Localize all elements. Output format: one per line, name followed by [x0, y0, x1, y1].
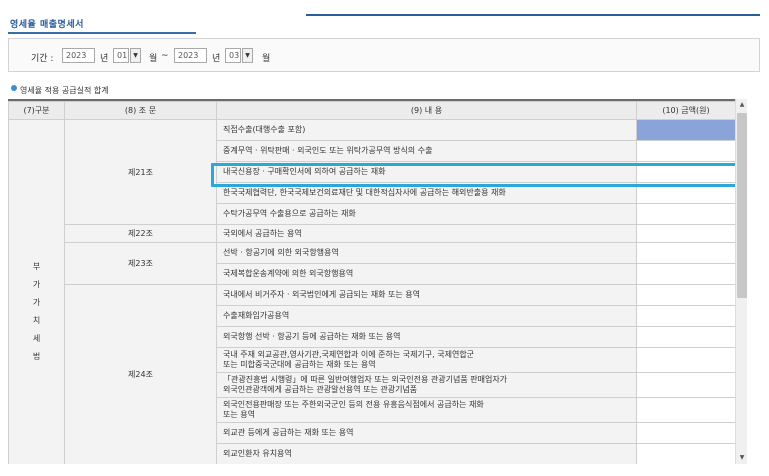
chevron-down-icon[interactable]: ▼ [242, 48, 253, 63]
table-row: 국제복합운송계약에 의한 외국항행용역 [216, 263, 637, 285]
amount-input[interactable] [636, 443, 735, 464]
category-char: 부 [32, 262, 41, 271]
chevron-down-icon[interactable]: ▼ [130, 48, 141, 63]
scroll-thumb[interactable] [737, 113, 747, 298]
category-cell: 부 가 가 치 세 법 [8, 119, 65, 464]
start-month-select[interactable]: 01 [113, 48, 129, 63]
table-row: 선박 · 항공기에 의한 외국항행용역 [216, 242, 637, 264]
table-row: 내국신용장 · 구매확인서에 의하여 공급하는 재화 [216, 161, 637, 183]
end-month-select[interactable]: 03 [225, 48, 241, 63]
period-label: 기간 : [31, 54, 54, 64]
zero-rate-table: (7)구분 (8) 조 문 (9) 내 용 (10) 금액(원) 부 가 가 치… [8, 99, 735, 464]
table-row: 외교인환자 유치용역 [216, 443, 637, 464]
table-row: 외교관 등에게 공급하는 재화 또는 용역 [216, 422, 637, 444]
amount-input[interactable] [636, 140, 735, 162]
amount-input[interactable] [636, 397, 735, 423]
range-separator: ~ [161, 51, 169, 61]
title-rule [306, 14, 760, 16]
scroll-down-icon[interactable]: ▼ [736, 452, 748, 464]
table-row: 수탁가공무역 수출용으로 공급하는 재화 [216, 203, 637, 225]
amount-input[interactable] [636, 161, 735, 183]
header-amount: (10) 금액(원) [636, 101, 735, 120]
scroll-up-icon[interactable]: ▲ [736, 99, 748, 111]
amount-input[interactable] [636, 305, 735, 327]
amount-input[interactable] [636, 182, 735, 204]
amount-input[interactable] [636, 284, 735, 306]
header-content: (9) 내 용 [216, 101, 637, 120]
table-row: 직접수출(대행수출 포함) [216, 119, 637, 141]
header-category: (7)구분 [8, 101, 65, 120]
category-char: 세 [32, 334, 41, 343]
article-cell: 제23조 [64, 242, 217, 285]
category-char: 치 [32, 316, 41, 325]
bullet-icon [11, 85, 17, 91]
category-char: 법 [32, 352, 41, 361]
title-bar: 영세율 매출명세서 [8, 14, 760, 34]
table-row: 국외에서 공급하는 용역 [216, 224, 637, 243]
amount-input[interactable] [636, 263, 735, 285]
amount-input[interactable] [636, 119, 735, 141]
end-year-input[interactable]: 2023 [174, 48, 207, 63]
amount-input[interactable] [636, 347, 735, 373]
month-unit-label: 월 [149, 54, 158, 64]
article-cell: 제22조 [64, 224, 217, 243]
category-char: 가 [32, 298, 41, 307]
header-article: (8) 조 문 [64, 101, 217, 120]
vertical-scrollbar[interactable]: ▲ ▼ [735, 99, 747, 464]
article-cell: 제21조 [64, 119, 217, 225]
table-row: 외국인전용판매장 또는 주한외국군인 등의 전용 유흥음식점에서 공급하는 재화… [216, 397, 637, 423]
table-row: 외국항행 선박 · 항공기 등에 공급하는 재화 또는 용역 [216, 326, 637, 348]
amount-input[interactable] [636, 326, 735, 348]
start-year-input[interactable]: 2023 [62, 48, 95, 63]
table-row: 국내에서 비거주자 · 외국법인에게 공급되는 재화 또는 용역 [216, 284, 637, 306]
year-unit-label: 년 [100, 54, 109, 64]
table-row: 한국국제협력단, 한국국제보건의료재단 및 대한적십자사에 공급하는 해외반출용… [216, 182, 637, 204]
section-title: 영세율 적용 공급실적 합계 [20, 86, 109, 95]
article-cell: 제24조 [64, 284, 217, 464]
category-char: 가 [32, 280, 41, 289]
amount-input[interactable] [636, 224, 735, 243]
amount-input[interactable] [636, 422, 735, 444]
month-unit-label: 월 [262, 54, 271, 64]
page-title: 영세율 매출명세서 [10, 20, 84, 30]
amount-input[interactable] [636, 242, 735, 264]
table-row: 「관광진흥법 시행령」에 따른 일반여행업자 또는 외국인전용 관광기념품 판매… [216, 372, 637, 398]
amount-input[interactable] [636, 372, 735, 398]
amount-input[interactable] [636, 203, 735, 225]
table-row: 수출재화임가공용역 [216, 305, 637, 327]
period-filter: 기간 : 2023 년 01 ▼ 월 ~ 2023 년 03 ▼ 월 [8, 38, 760, 72]
table-row: 국내 주재 외교공관,영사기관,국제연합과 이에 준하는 국제기구, 국제연합군… [216, 347, 637, 373]
table-row: 중계무역 · 위탁판매 · 외국인도 또는 위탁가공무역 방식의 수출 [216, 140, 637, 162]
year-unit-label: 년 [212, 54, 221, 64]
